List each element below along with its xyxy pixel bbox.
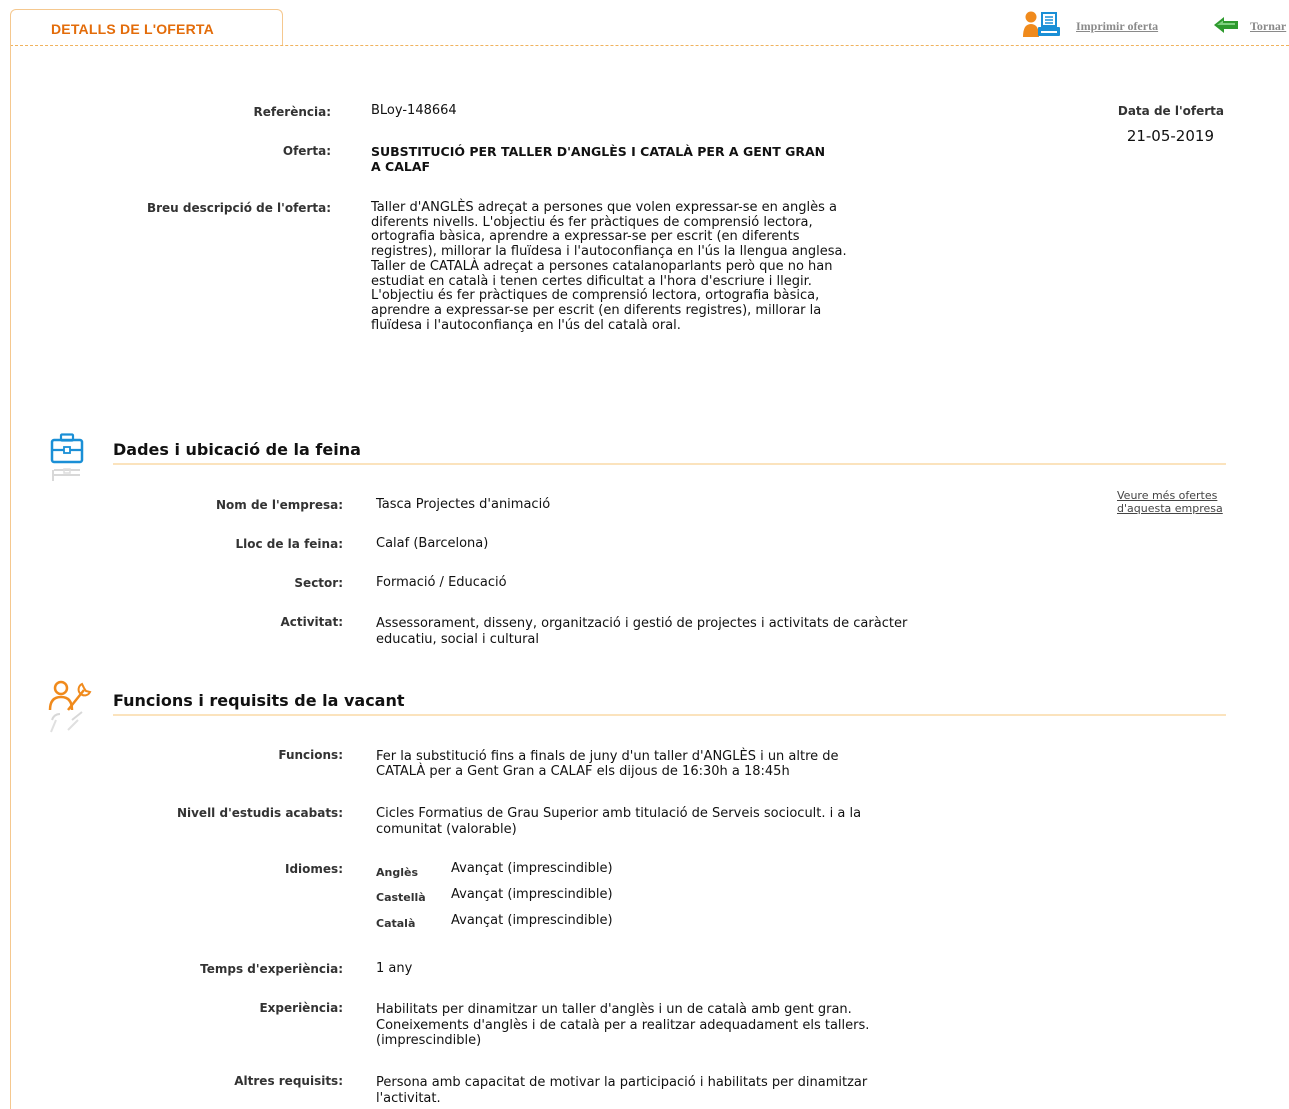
reference-value: BLoy-148664 [371,103,457,118]
functions-line: Fer la substitució fins a finals de juny… [376,749,839,764]
offer-details-tab[interactable]: DETALLS DE L'OFERTA [10,9,283,46]
more-offers-link[interactable]: Veure més ofertes d'aquesta empresa [1117,489,1223,515]
description-line: fluïdesa i l'autoconfiança en l'ús del c… [371,317,681,333]
language-level: Avançat (imprescindible) [451,913,613,928]
offer-date-value: 21-05-2019 [1126,127,1214,145]
back-button[interactable]: Tornar [1213,16,1289,36]
more-offers-line: d'aquesta empresa [1117,502,1223,515]
other-requirements-line: l'activitat. [376,1090,441,1106]
back-link[interactable]: Tornar [1250,19,1286,34]
content-left-border [10,45,11,1109]
studies-line: comunitat (valorable) [376,822,517,837]
print-offer-link[interactable]: Imprimir oferta [1076,19,1158,34]
studies-label: Nivell d'estudis acabats: [176,806,343,820]
location-label: Lloc de la feina: [235,537,343,551]
experience-time-value: 1 any [376,961,413,976]
language-name: Castellà [376,891,426,904]
briefcase-icon [50,433,86,491]
section-title-requirements: Funcions i requisits de la vacant [113,691,405,710]
experience-label: Experiència: [259,1001,343,1015]
experience-time-label: Temps d'experiència: [200,962,343,976]
description-line: estudiat en català i tenen certes dificu… [371,273,812,289]
back-arrow-icon [1213,16,1239,36]
header-divider [10,45,1289,46]
company-value: Tasca Projectes d'animació [376,497,551,512]
reference-label: Referència: [253,105,331,119]
tab-label: DETALLS DE L'OFERTA [51,21,214,37]
activity-line: Assessorament, disseny, organització i g… [376,616,908,631]
experience-line: Coneixements d'anglès i de català per a … [376,1017,870,1033]
offer-title-label: Oferta: [282,144,331,158]
offer-title-line: A CALAF [371,158,431,174]
section-title-job: Dades i ubicació de la feina [113,440,361,459]
language-level: Avançat (imprescindible) [451,861,613,876]
functions-value: Fer la substitució fins a finals de juny… [376,749,839,779]
language-level: Avançat (imprescindible) [451,887,613,902]
studies-line: Cicles Formatius de Grau Superior amb ti… [376,806,862,821]
section-divider [113,463,1226,465]
print-offer-button[interactable]: Imprimir oferta [1022,10,1187,40]
studies-value: Cicles Formatius de Grau Superior amb ti… [376,806,861,838]
activity-label: Activitat: [280,615,343,629]
description-line: Taller d'ANGLÈS adreçat a persones que v… [371,200,837,215]
offer-title: SUBSTITUCIÓ PER TALLER D'ANGLÈS I CATALÀ… [371,144,826,174]
language-name: Anglès [376,866,418,879]
description-line: diferents nivells. L'objectiu és fer prà… [371,214,813,230]
offer-description: Taller d'ANGLÈS adreçat a persones que v… [371,200,847,333]
activity-value: Assessorament, disseny, organització i g… [376,616,907,648]
description-line: registres), millorar la fluïdesa i l'aut… [371,244,847,260]
experience-line: Habilitats per dinamitzar un taller d'an… [376,1002,852,1017]
other-requirements-label: Altres requisits: [234,1074,343,1088]
description-line: L'objectiu és fer pràctiques de comprens… [371,288,820,304]
other-requirements-line: Persona amb capacitat de motivar la part… [376,1075,868,1090]
section-divider [113,714,1226,716]
language-name: Català [376,917,416,930]
description-label: Breu descripció de l'oferta: [146,201,331,215]
sector-value: Formació / Educació [376,575,507,590]
offer-date-label: Data de l'oferta [1117,104,1224,118]
more-offers-line: Veure més ofertes [1117,489,1218,502]
other-requirements-value: Persona amb capacitat de motivar la part… [376,1075,867,1106]
description-line: aprendre a expressar-se per escrit (en d… [371,302,822,318]
company-label: Nom de l'empresa: [216,498,343,512]
location-value: Calaf (Barcelona) [376,536,489,551]
experience-line: (imprescindible) [376,1033,482,1048]
languages-label: Idiomes: [285,862,343,876]
activity-line: educatiu, social i cultural [376,632,540,647]
sector-label: Sector: [294,576,343,590]
person-wrench-icon [48,680,94,744]
functions-line: CATALÀ per a Gent Gran a CALAF els dijou… [376,764,790,779]
description-line: ortografia bàsica, aprendre a expressar-… [371,229,800,245]
functions-label: Funcions: [278,748,343,762]
offer-title-line: SUBSTITUCIÓ PER TALLER D'ANGLÈS I CATALÀ… [371,144,826,159]
print-icon [1022,10,1068,42]
description-line: Taller de CATALÀ adreçat a persones cata… [371,258,833,274]
experience-value: Habilitats per dinamitzar un taller d'an… [376,1002,869,1049]
